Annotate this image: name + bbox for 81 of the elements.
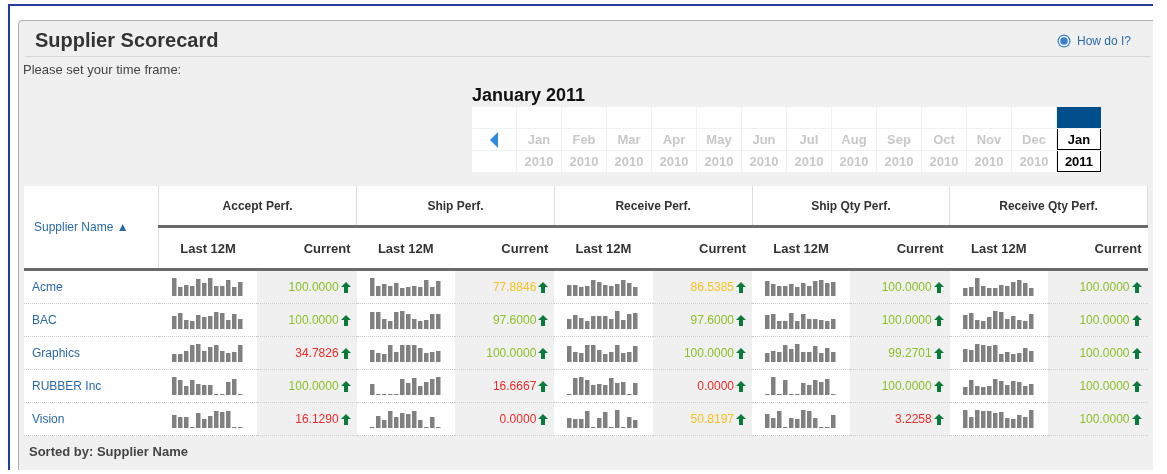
score-value: 16.6667: [492, 379, 537, 393]
trend-arrow-icon: [538, 414, 549, 426]
help-icon: [1056, 33, 1071, 48]
calendar-blank-cell: [1012, 107, 1056, 128]
month-cell[interactable]: Jan: [1057, 129, 1101, 150]
score-value: 100.0000: [1079, 346, 1130, 360]
time-frame-label: Please set your time frame:: [22, 61, 183, 77]
column-header: Current: [257, 226, 357, 270]
score-value: 77.8846: [492, 280, 537, 294]
calendar-title: January 2011: [472, 85, 587, 107]
score-value: 100.0000: [1079, 379, 1130, 393]
score-value: 100.0000: [1079, 412, 1130, 426]
column-header: Last 12M: [356, 226, 455, 270]
column-header: Current: [1047, 226, 1148, 270]
column-header: Last 12M: [158, 226, 258, 270]
column-header: Last 12M: [752, 226, 851, 270]
trend-arrow-icon: [340, 348, 351, 360]
score-value: 50.8197: [690, 412, 734, 426]
score-value: 100.0000: [1079, 280, 1130, 294]
trend-arrow-icon: [933, 315, 944, 327]
trend-arrow-icon: [538, 348, 549, 360]
score-value: 99.2701: [888, 346, 932, 360]
trend-arrow-icon: [736, 315, 746, 327]
score-value: 100.0000: [288, 280, 339, 294]
trend-arrow-icon: [933, 381, 944, 393]
sort-ascending-icon: ▲: [116, 220, 129, 234]
trend-arrow-icon: [1131, 315, 1142, 327]
supplier-link[interactable]: Graphics: [32, 346, 81, 360]
trend-arrow-icon: [736, 414, 746, 426]
trend-arrow-icon: [340, 282, 351, 294]
trend-arrow-icon: [538, 282, 549, 294]
column-group-header: Accept Perf.: [158, 186, 357, 227]
trend-arrow-icon: [340, 315, 351, 327]
score-value: 100.0000: [1079, 313, 1130, 327]
trend-arrow-icon: [933, 282, 944, 294]
supplier-link[interactable]: Vision: [32, 412, 65, 426]
column-header: Last 12M: [554, 226, 653, 270]
trend-arrow-icon: [538, 381, 549, 393]
score-value: 0.0000: [499, 412, 537, 426]
column-group-header: Receive Qty Perf.: [949, 186, 1148, 227]
score-value: 34.7826: [295, 346, 339, 360]
supplier-link[interactable]: Acme: [32, 280, 63, 294]
trend-arrow-icon: [538, 315, 549, 327]
score-value: 100.0000: [288, 313, 339, 327]
page-title: Supplier Scorecard: [35, 29, 219, 52]
score-value: 100.0000: [881, 280, 932, 294]
column-group-header: Ship Qty Perf.: [752, 186, 950, 227]
trend-arrow-icon: [933, 348, 944, 360]
help-link[interactable]: How do I?: [1056, 33, 1131, 48]
trend-arrow-icon: [736, 282, 746, 294]
sort-header[interactable]: Supplier Name ▲: [24, 186, 159, 270]
score-value: 97.6000: [492, 313, 537, 327]
supplier-link[interactable]: BAC: [32, 313, 57, 327]
score-value: 100.0000: [881, 313, 932, 327]
previous-arrow-icon[interactable]: [489, 130, 499, 149]
column-header: Current: [454, 226, 555, 270]
column-group-header: Ship Perf.: [356, 186, 555, 227]
column-header: Current: [850, 226, 950, 270]
score-value: 97.6000: [690, 313, 734, 327]
column-header: Last 12M: [949, 226, 1048, 270]
year-cell[interactable]: 2011: [1057, 151, 1101, 172]
score-value: 0.0000: [697, 379, 734, 393]
trend-arrow-icon: [933, 414, 944, 426]
trend-arrow-icon: [340, 414, 351, 426]
score-value: 3.2258: [895, 412, 932, 426]
column-header: Current: [652, 226, 752, 270]
sort-note: Sorted by: Supplier Name: [28, 443, 189, 459]
trend-arrow-icon: [1131, 348, 1142, 360]
score-value: 100.0000: [288, 379, 339, 393]
trend-arrow-icon: [736, 381, 746, 393]
trend-arrow-icon: [1131, 282, 1142, 294]
trend-arrow-icon: [736, 348, 746, 360]
score-value: 100.0000: [683, 346, 734, 360]
trend-arrow-icon: [1131, 414, 1142, 426]
trend-arrow-icon: [1131, 381, 1142, 393]
score-value: 100.0000: [486, 346, 537, 360]
column-group-header: Receive Perf.: [554, 186, 752, 227]
score-value: 16.1290: [295, 412, 339, 426]
trend-arrow-icon: [340, 381, 351, 393]
score-value: 100.0000: [881, 379, 932, 393]
score-value: 86.5385: [690, 280, 734, 294]
